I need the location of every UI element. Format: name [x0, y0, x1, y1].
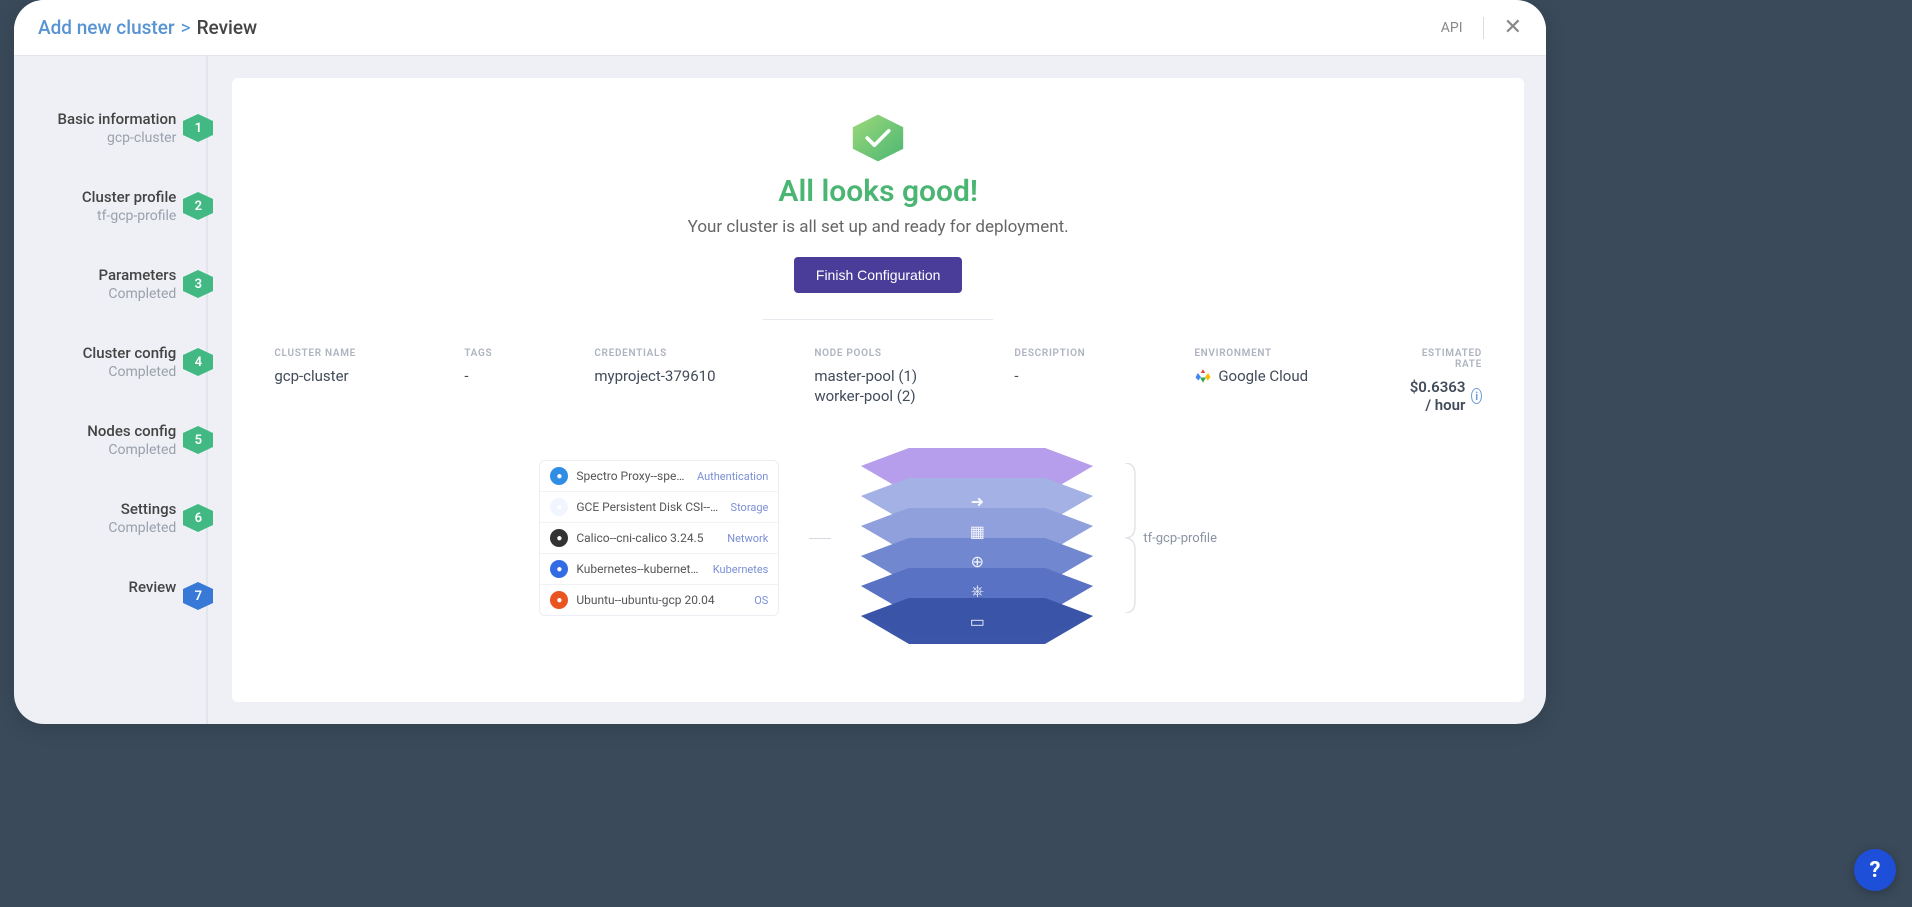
step-title: Review	[14, 578, 176, 596]
layer-tag: Authentication	[697, 470, 768, 483]
step-subtitle: Completed	[14, 364, 176, 380]
divider	[763, 319, 993, 320]
layer-name: Calico--cni-calico 3.24.5	[576, 531, 719, 545]
layer-icon: ●	[550, 591, 568, 609]
value-node-pool-0: master-pool (1)	[814, 367, 984, 385]
breadcrumb-sep: >	[181, 16, 191, 39]
value-node-pool-1: worker-pool (2)	[814, 387, 984, 405]
step-subtitle: Completed	[14, 520, 176, 536]
step-7[interactable]: Review 7	[14, 578, 228, 596]
profile-name-label: tf-gcp-profile	[1143, 531, 1217, 546]
step-subtitle: Completed	[14, 286, 176, 302]
layer-name: Kubernetes--kubernet…	[576, 562, 704, 576]
step-hex-icon: 4	[182, 348, 214, 376]
layer-tag: Kubernetes	[713, 563, 769, 576]
add-cluster-modal: Add new cluster > Review API ✕ Basic inf…	[14, 0, 1546, 724]
api-link[interactable]: API	[1441, 20, 1463, 36]
layer-item-4[interactable]: ● Ubuntu--ubuntu-gcp 20.04 OS	[540, 585, 778, 615]
step-hex-icon: 1	[182, 114, 214, 142]
layer-icon: ●	[550, 498, 568, 516]
plate-icon: ⎈	[971, 581, 984, 601]
layer-icon: ●	[550, 529, 568, 547]
step-title: Parameters	[14, 266, 176, 284]
step-5[interactable]: Nodes config Completed 5	[14, 422, 228, 458]
label-environment: ENVIRONMENT	[1194, 348, 1374, 359]
profile-brace-label: tf-gcp-profile	[1123, 463, 1217, 613]
layer-name: Ubuntu--ubuntu-gcp 20.04	[576, 593, 746, 607]
cluster-info-row: CLUSTER NAME gcp-cluster TAGS - CREDENTI…	[268, 348, 1488, 414]
step-subtitle: gcp-cluster	[14, 130, 176, 146]
plate-icon: ⊕	[971, 552, 984, 571]
label-tags: TAGS	[464, 348, 564, 359]
finish-configuration-button[interactable]: Finish Configuration	[794, 257, 963, 293]
step-hex-icon: 5	[182, 426, 214, 454]
step-title: Nodes config	[14, 422, 176, 440]
layer-icon: ●	[550, 560, 568, 578]
breadcrumb-current: Review	[197, 16, 258, 39]
layer-tag: Network	[727, 532, 768, 545]
label-description: DESCRIPTION	[1014, 348, 1164, 359]
breadcrumb-root[interactable]: Add new cluster	[38, 16, 175, 39]
label-credentials: CREDENTIALS	[594, 348, 784, 359]
step-hex-icon: 6	[182, 504, 214, 532]
success-check-icon	[851, 114, 905, 162]
value-cluster-name: gcp-cluster	[274, 367, 434, 385]
step-hex-icon: 3	[182, 270, 214, 298]
plate-icon: ➜	[971, 492, 984, 511]
label-estimated-rate: ESTIMATED RATE	[1404, 348, 1482, 370]
value-estimated-rate: $0.6363 / hour	[1404, 378, 1465, 414]
step-hex-icon: 7	[182, 582, 214, 610]
header-actions: API ✕	[1441, 17, 1522, 39]
layer-name: GCE Persistent Disk CSI--cs…	[576, 500, 722, 514]
wizard-stepper: Basic information gcp-cluster 1 Cluster …	[14, 56, 228, 724]
label-cluster-name: CLUSTER NAME	[274, 348, 434, 359]
step-title: Cluster profile	[14, 188, 176, 206]
step-subtitle: Completed	[14, 442, 176, 458]
plate-icon: ▭	[970, 612, 985, 631]
step-6[interactable]: Settings Completed 6	[14, 500, 228, 536]
stack-plate-5: ▭	[861, 598, 1093, 644]
step-2[interactable]: Cluster profile tf-gcp-profile 2	[14, 188, 228, 224]
review-panel: All looks good! Your cluster is all set …	[232, 78, 1524, 702]
layer-item-1[interactable]: ● GCE Persistent Disk CSI--cs… Storage	[540, 492, 778, 523]
connector-line	[809, 538, 831, 539]
layer-tag: OS	[754, 594, 768, 607]
layer-item-2[interactable]: ● Calico--cni-calico 3.24.5 Network	[540, 523, 778, 554]
info-icon[interactable]: i	[1471, 388, 1482, 404]
value-description: -	[1014, 367, 1164, 385]
value-credentials: myproject-379610	[594, 367, 784, 385]
step-title: Settings	[14, 500, 176, 518]
value-environment: Google Cloud	[1218, 367, 1308, 385]
layer-tag: Storage	[731, 501, 769, 514]
review-title: All looks good!	[268, 174, 1488, 209]
divider	[1483, 17, 1484, 39]
layer-list: ● Spectro Proxy--spe… Authentication ● G…	[539, 460, 779, 616]
step-subtitle: tf-gcp-profile	[14, 208, 176, 224]
step-1[interactable]: Basic information gcp-cluster 1	[14, 110, 228, 146]
stepper-line	[206, 56, 208, 724]
plate-icon: ▦	[970, 522, 985, 541]
layer-item-3[interactable]: ● Kubernetes--kubernet… Kubernetes	[540, 554, 778, 585]
layer-name: Spectro Proxy--spe…	[576, 469, 689, 483]
step-hex-icon: 2	[182, 192, 214, 220]
step-title: Basic information	[14, 110, 176, 128]
modal-header: Add new cluster > Review API ✕	[14, 0, 1546, 56]
gcp-icon	[1194, 367, 1212, 385]
step-title: Cluster config	[14, 344, 176, 362]
layer-item-0[interactable]: ● Spectro Proxy--spe… Authentication	[540, 461, 778, 492]
step-3[interactable]: Parameters Completed 3	[14, 266, 228, 302]
hex-stack: ➜ ▦ ⊕ ⎈ ▭	[861, 448, 1093, 628]
value-tags: -	[464, 367, 564, 385]
profile-stack-diagram: ● Spectro Proxy--spe… Authentication ● G…	[268, 448, 1488, 628]
close-icon[interactable]: ✕	[1504, 17, 1522, 39]
help-button[interactable]: ?	[1854, 849, 1896, 891]
label-node-pools: NODE POOLS	[814, 348, 984, 359]
breadcrumb: Add new cluster > Review	[38, 16, 257, 39]
review-subtitle: Your cluster is all set up and ready for…	[268, 217, 1488, 237]
layer-icon: ●	[550, 467, 568, 485]
step-4[interactable]: Cluster config Completed 4	[14, 344, 228, 380]
